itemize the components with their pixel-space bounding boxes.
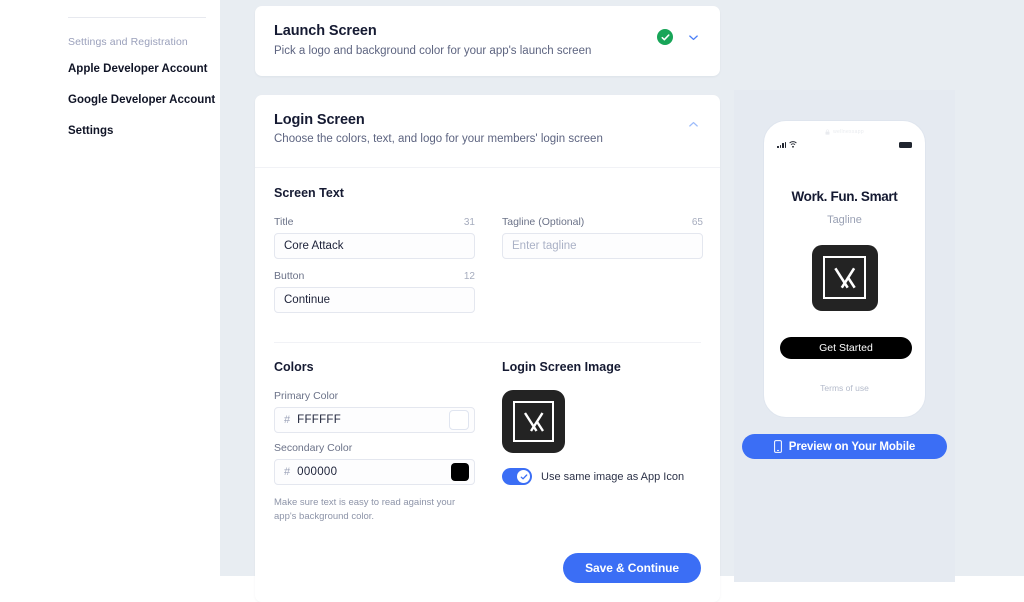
- primary-color-swatch[interactable]: [449, 410, 469, 431]
- tagline-input[interactable]: [502, 233, 703, 260]
- secondary-color-label: Secondary Color: [274, 442, 353, 455]
- screen-text-right-column: Tagline (Optional) 65: [502, 216, 703, 324]
- sidebar-nav: Settings and Registration Apple Develope…: [68, 36, 218, 137]
- mobile-phone-icon: [773, 440, 782, 453]
- chevron-down-icon[interactable]: [687, 31, 700, 44]
- wifi-icon: [789, 141, 797, 148]
- tagline-field-top: Tagline (Optional) 65: [502, 216, 703, 228]
- colors-helper-text: Make sure text is easy to read against y…: [274, 497, 456, 522]
- forms-column: Launch Screen Pick a logo and background…: [255, 6, 720, 602]
- battery-icon: [899, 141, 912, 148]
- primary-hash-symbol: #: [284, 414, 291, 427]
- phone-login-screen: Work. Fun. Smart Tagline Get Started Ter…: [768, 189, 921, 393]
- phone-terms-of-use-link[interactable]: Terms of use: [780, 383, 909, 393]
- login-screen-card-header[interactable]: Login Screen Choose the colors, text, an…: [255, 95, 720, 168]
- lock-icon: [825, 129, 830, 135]
- login-screen-card: Login Screen Choose the colors, text, an…: [255, 94, 720, 602]
- screen-text-heading: Screen Text: [274, 186, 344, 201]
- phone-get-started-button[interactable]: Get Started: [780, 336, 912, 359]
- login-screen-card-footer: Save & Continue: [255, 553, 720, 602]
- launch-screen-subtitle: Pick a logo and background color for you…: [274, 44, 592, 57]
- primary-color-top: Primary Color: [274, 390, 475, 402]
- login-screen-card-body: Screen Text Title 31 Core Attack Button …: [255, 168, 720, 553]
- title-field-counter: 31: [463, 217, 475, 229]
- preview-on-mobile-button[interactable]: Preview on Your Mobile: [742, 434, 947, 459]
- launch-screen-header-controls: [657, 23, 700, 45]
- app-logo-inner-frame: [513, 401, 554, 443]
- button-field-label: Button: [274, 270, 305, 283]
- app-logo-icon[interactable]: [502, 390, 565, 454]
- colors-column: Colors Primary Color # FFFFFF Secondary …: [274, 360, 475, 533]
- signal-bars-icon: [777, 141, 786, 148]
- title-field-top: Title 31: [274, 216, 475, 228]
- chevron-up-icon[interactable]: [687, 118, 700, 131]
- sidebar-item-google-developer-account[interactable]: Google Developer Account: [68, 94, 218, 106]
- login-screen-card-text: Login Screen Choose the colors, text, an…: [274, 112, 687, 148]
- launch-screen-card-header[interactable]: Launch Screen Pick a logo and background…: [255, 6, 720, 76]
- phone-preview-tagline: Tagline: [827, 213, 862, 226]
- check-circle-icon: [657, 29, 673, 45]
- login-image-column: Login Screen Image Use same image as App…: [502, 360, 703, 533]
- preview-column: wellnessapp Work. Fun. Smart Tagline Get…: [720, 6, 1024, 582]
- title-field-group: Title 31: [274, 216, 475, 260]
- main-content: Launch Screen Pick a logo and background…: [220, 0, 1024, 602]
- phone-url-bar: wellnessapp: [768, 125, 921, 139]
- button-field-top: Button 12: [274, 270, 475, 282]
- primary-color-value: FFFFFF: [297, 414, 342, 427]
- phone-app-logo-icon: [811, 244, 878, 311]
- title-field-label: Title: [274, 216, 294, 229]
- button-text-input[interactable]: [274, 287, 475, 314]
- screen-text-left-column: Title 31 Button 12: [274, 216, 475, 324]
- launch-screen-card-text: Launch Screen Pick a logo and background…: [274, 23, 657, 59]
- phone-app-logo-inner-frame: [823, 256, 866, 300]
- tagline-field-group: Tagline (Optional) 65: [502, 216, 703, 260]
- section-divider: [274, 342, 701, 344]
- login-screen-subtitle: Choose the colors, text, and logo for yo…: [274, 133, 603, 146]
- status-bar-left: [777, 141, 797, 148]
- app-screen: Settings and Registration Apple Develope…: [0, 0, 1024, 602]
- sidebar: Settings and Registration Apple Develope…: [0, 0, 220, 576]
- preview-panel: wellnessapp Work. Fun. Smart Tagline Get…: [734, 90, 955, 582]
- app-logo-mark: [523, 412, 544, 432]
- button-field-counter: 12: [463, 271, 475, 283]
- tagline-field-counter: 65: [691, 217, 703, 229]
- toggle-check-icon: [520, 474, 527, 480]
- screen-text-grid: Title 31 Button 12: [274, 216, 703, 324]
- primary-color-input[interactable]: # FFFFFF: [274, 407, 475, 434]
- preview-on-mobile-label: Preview on Your Mobile: [788, 440, 916, 453]
- phone-preview-frame: wellnessapp Work. Fun. Smart Tagline Get…: [764, 121, 925, 417]
- secondary-color-top: Secondary Color: [274, 442, 475, 454]
- secondary-color-value: 000000: [297, 466, 338, 479]
- phone-app-logo-mark: [833, 267, 856, 289]
- login-screen-image-heading: Login Screen Image: [502, 360, 621, 375]
- sidebar-divider: [68, 17, 206, 18]
- login-screen-header-controls: [687, 112, 700, 131]
- secondary-color-group: Secondary Color # 000000: [274, 442, 475, 486]
- colors-image-grid: Colors Primary Color # FFFFFF Secondary …: [274, 360, 701, 533]
- login-screen-title: Login Screen: [274, 111, 365, 128]
- primary-color-label: Primary Color: [274, 390, 339, 403]
- toggle-knob: [517, 470, 530, 484]
- use-app-icon-label: Use same image as App Icon: [541, 470, 685, 483]
- use-app-icon-toggle-row: Use same image as App Icon: [502, 468, 703, 486]
- tagline-field-label: Tagline (Optional): [502, 216, 585, 229]
- secondary-color-swatch[interactable]: [451, 463, 469, 482]
- secondary-color-input[interactable]: # 000000: [274, 459, 475, 486]
- phone-url-text: wellnessapp: [833, 129, 864, 135]
- phone-logo-wrap: [780, 244, 909, 311]
- primary-color-group: Primary Color # FFFFFF: [274, 390, 475, 434]
- title-input[interactable]: [274, 233, 475, 260]
- phone-preview-title: Work. Fun. Smart: [791, 189, 898, 204]
- sidebar-section-label: Settings and Registration: [68, 36, 188, 48]
- phone-status-bar: [768, 139, 921, 150]
- secondary-hash-symbol: #: [284, 466, 291, 479]
- launch-screen-title: Launch Screen: [274, 23, 377, 39]
- launch-screen-card[interactable]: Launch Screen Pick a logo and background…: [255, 6, 720, 76]
- sidebar-item-settings[interactable]: Settings: [68, 125, 218, 137]
- sidebar-item-apple-developer-account[interactable]: Apple Developer Account: [68, 63, 218, 75]
- save-and-continue-button[interactable]: Save & Continue: [563, 553, 701, 584]
- colors-heading: Colors: [274, 360, 314, 375]
- use-app-icon-toggle[interactable]: [502, 468, 532, 486]
- button-field-group: Button 12: [274, 270, 475, 314]
